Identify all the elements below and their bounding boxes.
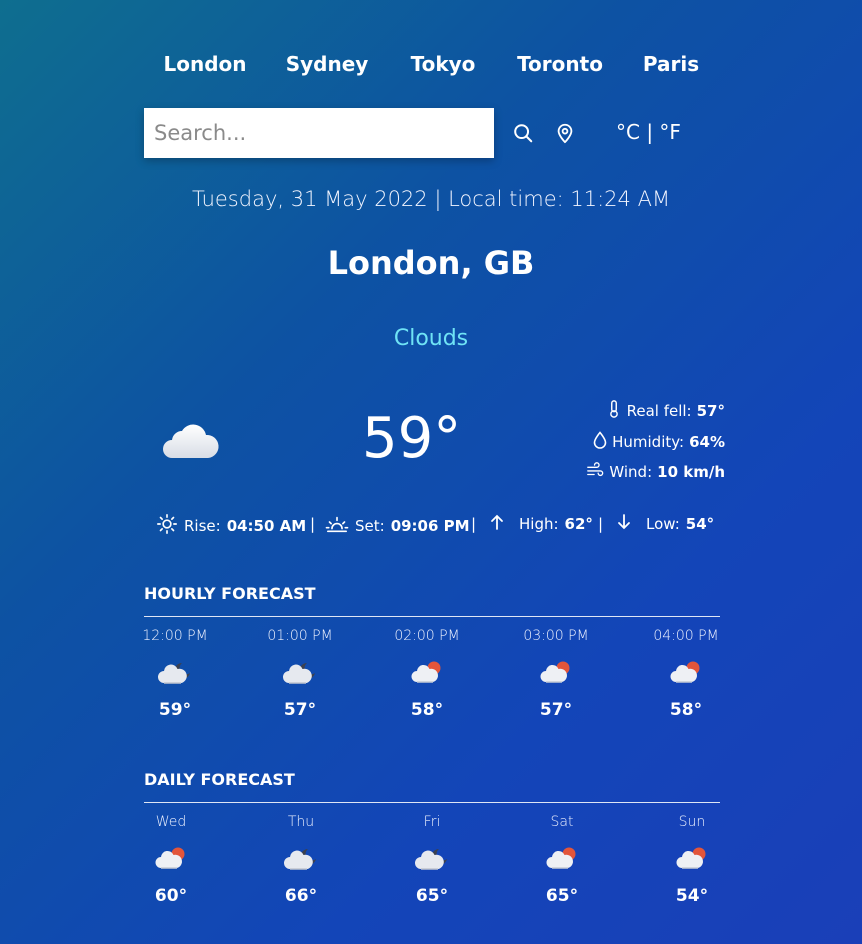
hourly-item: 01:00 PM 57°: [240, 628, 360, 720]
nav-sydney[interactable]: Sydney: [286, 52, 369, 76]
sunset: Set: 09:06 PM: [325, 513, 470, 539]
cloud-moon-icon: [115, 650, 235, 694]
cloud-sun-icon: [502, 836, 622, 880]
high-label: High:: [519, 515, 559, 533]
daily-item: Sun 54°: [632, 814, 752, 906]
daily-divider: [144, 802, 720, 803]
high-value: 62°: [564, 515, 593, 533]
forecast-time: 01:00 PM: [267, 628, 333, 644]
arrow-down-icon: [616, 513, 632, 535]
cloud-moon-icon: [241, 836, 361, 880]
hourly-item: 12:00 PM 59°: [115, 628, 235, 720]
hourly-divider: [144, 616, 720, 617]
forecast-day: Sat: [550, 814, 574, 830]
forecast-day: Wed: [155, 814, 187, 830]
cloud-sun-icon: [111, 836, 231, 880]
daily-forecast-title: DAILY FORECAST: [144, 770, 295, 789]
forecast-day: Sun: [678, 814, 706, 830]
cloud-sun-icon: [367, 650, 487, 694]
forecast-time: 04:00 PM: [653, 628, 719, 644]
sunrise-icon: [156, 513, 178, 539]
cloud-sun-icon: [626, 650, 746, 694]
real-feel-label: Real fell:: [626, 402, 692, 420]
forecast-temp: 54°: [675, 886, 709, 906]
forecast-time: 02:00 PM: [394, 628, 460, 644]
cloud-moon-icon: [372, 836, 492, 880]
forecast-temp: 60°: [154, 886, 188, 906]
forecast-temp: 58°: [669, 700, 703, 720]
humidity-label: Humidity:: [612, 433, 685, 451]
daily-item: Thu 66°: [241, 814, 361, 906]
city-title: London, GB: [327, 244, 535, 282]
sunset-icon: [325, 513, 349, 539]
sunrise-value: 04:50 AM: [226, 517, 307, 535]
humidity-value: 64%: [689, 433, 725, 451]
sunset-label: Set:: [355, 517, 385, 535]
search-row: °C | °F: [144, 108, 720, 158]
forecast-time: 12:00 PM: [142, 628, 208, 644]
forecast-time: 03:00 PM: [523, 628, 589, 644]
low-temp: Low: 54°: [616, 513, 714, 535]
wind-value: 10 km/h: [657, 463, 725, 481]
unit-toggle: °C | °F: [616, 120, 681, 144]
forecast-day: Thu: [287, 814, 315, 830]
forecast-temp: 65°: [415, 886, 449, 906]
celsius-button[interactable]: °C: [616, 120, 640, 144]
cloud-moon-icon: [240, 650, 360, 694]
separator: |: [598, 515, 604, 533]
droplet-icon: [593, 431, 607, 453]
fahrenheit-button[interactable]: °F: [659, 120, 681, 144]
cloud-icon: [160, 420, 220, 466]
humidity-row: Humidity: 64%: [593, 431, 725, 453]
separator: |: [310, 515, 316, 533]
thermometer-icon: [606, 400, 622, 422]
current-temperature: 59°: [362, 406, 462, 471]
wind-row: Wind: 10 km/h: [586, 462, 725, 482]
sunset-value: 09:06 PM: [390, 517, 470, 535]
high-temp: High: 62°: [489, 513, 593, 535]
nav-tokyo[interactable]: Tokyo: [411, 52, 476, 76]
city-nav: London Sydney Tokyo Toronto Paris: [0, 52, 862, 82]
daily-item: Fri 65°: [372, 814, 492, 906]
forecast-temp: 66°: [284, 886, 318, 906]
sun-row: Rise: 04:50 AM | Set: 09:06 PM | High: 6…: [0, 513, 862, 539]
wind-icon: [586, 462, 604, 482]
hourly-item: 04:00 PM 58°: [626, 628, 746, 720]
unit-separator: |: [639, 120, 660, 144]
forecast-temp: 58°: [410, 700, 444, 720]
nav-toronto[interactable]: Toronto: [517, 52, 603, 76]
daily-item: Wed 60°: [111, 814, 231, 906]
real-feel-value: 57°: [696, 402, 725, 420]
hourly-forecast-title: HOURLY FORECAST: [144, 584, 316, 603]
low-value: 54°: [685, 515, 715, 533]
location-pin-icon[interactable]: [554, 121, 576, 149]
sunrise: Rise: 04:50 AM: [156, 513, 306, 539]
wind-label: Wind:: [609, 463, 653, 481]
forecast-temp: 57°: [539, 700, 573, 720]
hourly-item: 02:00 PM 58°: [367, 628, 487, 720]
separator: |: [471, 515, 477, 533]
weather-condition: Clouds: [393, 326, 469, 351]
date-time: Tuesday, 31 May 2022 | Local time: 11:24…: [191, 187, 671, 211]
cloud-sun-icon: [632, 836, 752, 880]
search-input[interactable]: [144, 108, 494, 158]
forecast-day: Fri: [423, 814, 441, 830]
real-feel-row: Real fell: 57°: [606, 400, 725, 422]
hourly-item: 03:00 PM 57°: [496, 628, 616, 720]
nav-paris[interactable]: Paris: [643, 52, 699, 76]
sunrise-label: Rise:: [184, 517, 221, 535]
forecast-temp: 57°: [283, 700, 317, 720]
forecast-temp: 65°: [545, 886, 579, 906]
cloud-sun-icon: [496, 650, 616, 694]
daily-item: Sat 65°: [502, 814, 622, 906]
nav-london[interactable]: London: [163, 52, 246, 76]
low-label: Low:: [646, 515, 680, 533]
search-icon[interactable]: [512, 122, 534, 148]
forecast-temp: 59°: [158, 700, 192, 720]
arrow-up-icon: [489, 513, 505, 535]
